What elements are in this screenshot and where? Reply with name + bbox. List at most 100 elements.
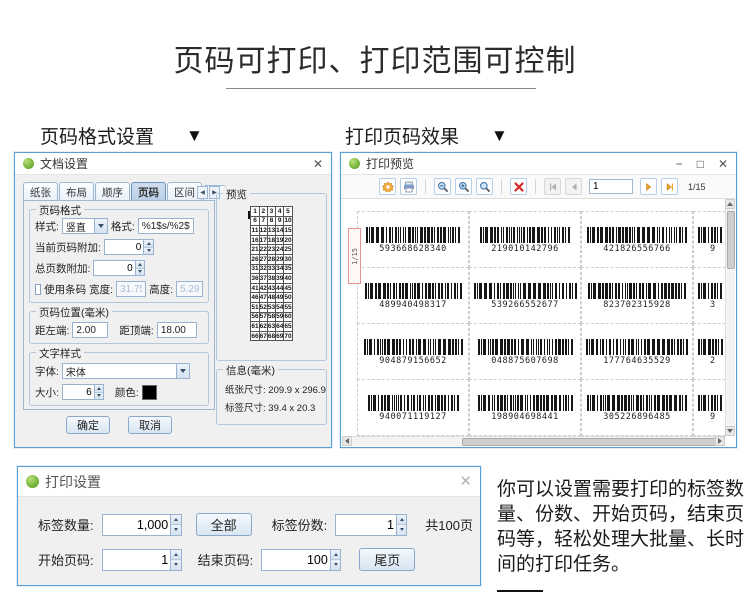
horizontal-scrollbar[interactable] — [342, 436, 725, 446]
tab-布局[interactable]: 布局 — [59, 182, 94, 201]
last-page-button[interactable] — [661, 178, 678, 195]
label-copies-stepper[interactable] — [335, 514, 407, 536]
spin-up-icon[interactable] — [397, 515, 406, 525]
zoom-in-button[interactable] — [455, 178, 472, 195]
document-settings-titlebar[interactable]: 文档设置 ✕ — [15, 153, 331, 175]
style-dropdown[interactable]: 竖直 — [62, 218, 108, 234]
end-page-stepper[interactable] — [261, 549, 341, 571]
start-page-input[interactable] — [103, 550, 171, 570]
barcode — [582, 227, 692, 243]
vertical-scrollbar[interactable] — [725, 199, 735, 436]
spin-down-icon[interactable] — [397, 524, 406, 535]
spin-down-icon[interactable] — [95, 392, 103, 400]
close-icon[interactable]: ✕ — [313, 158, 323, 170]
chevron-down-icon[interactable] — [94, 219, 107, 233]
spin-down-icon[interactable] — [331, 559, 340, 570]
tab-顺序[interactable]: 顺序 — [95, 182, 130, 201]
font-dropdown[interactable]: 宋体 — [62, 363, 190, 379]
from-top-input[interactable] — [157, 322, 197, 338]
size-stepper[interactable] — [62, 384, 104, 400]
preview-cell: 24 — [276, 245, 284, 255]
color-swatch[interactable] — [142, 385, 157, 400]
description-block: 你可以设置需要打印的标签数量、份数、开始页码，结束页码等，轻松处理大批量、长时间… — [497, 477, 749, 592]
from-left-input[interactable] — [72, 322, 108, 338]
page-indicator: 1/15 — [688, 182, 706, 192]
format-input[interactable] — [138, 218, 194, 234]
spin-up-icon[interactable] — [171, 515, 180, 525]
preview-cell: 23 — [267, 245, 275, 255]
scroll-left-icon[interactable] — [342, 436, 352, 446]
printer-icon — [403, 181, 415, 193]
next-page-icon — [643, 181, 655, 193]
preview-cell: 67 — [259, 331, 267, 341]
spin-down-icon[interactable] — [171, 559, 180, 570]
barcode-value: 219010142796 — [470, 244, 580, 254]
total-pages-append-label: 总页数附加: — [35, 261, 90, 276]
scroll-down-icon[interactable] — [725, 426, 735, 436]
ok-button[interactable]: 确定 — [66, 416, 110, 434]
next-page-button[interactable] — [640, 178, 657, 195]
zoom-out-button[interactable] — [434, 178, 451, 195]
preview-cell: 55 — [284, 302, 292, 312]
spin-up-icon[interactable] — [331, 550, 340, 560]
size-input[interactable] — [63, 385, 94, 399]
group-label: 文字样式 — [36, 346, 84, 361]
preview-cell: 35 — [284, 264, 292, 274]
close-icon[interactable]: ✕ — [459, 474, 472, 489]
tab-页码[interactable]: 页码 — [131, 182, 166, 201]
label-copies-input[interactable] — [336, 515, 396, 535]
print-button[interactable] — [400, 178, 417, 195]
current-page-append-stepper[interactable] — [104, 239, 154, 255]
spin-up-icon[interactable] — [171, 550, 180, 560]
cancel-button[interactable] — [510, 178, 527, 195]
barcode — [358, 283, 468, 299]
cancel-button[interactable]: 取消 — [128, 416, 172, 434]
total-pages-text: 共100页 — [425, 515, 473, 534]
print-settings-titlebar[interactable]: 打印设置 ✕ — [18, 467, 480, 497]
label-cell: 489940498317 — [357, 267, 469, 324]
start-page-stepper[interactable] — [102, 549, 182, 571]
title-underline — [226, 88, 536, 89]
use-barcode-checkbox[interactable] — [35, 284, 41, 295]
label-quantity-input[interactable] — [103, 515, 171, 535]
total-pages-append-stepper[interactable] — [93, 260, 145, 276]
preview-cell: 32 — [259, 264, 267, 274]
vertical-scroll-thumb[interactable] — [727, 211, 735, 269]
tab-scroll-left-icon[interactable]: ◀ — [197, 186, 208, 199]
use-barcode-label: 使用条码 — [44, 282, 86, 297]
group-label: 信息(毫米) — [223, 363, 278, 378]
zoom-fit-button[interactable] — [476, 178, 493, 195]
minimize-icon[interactable]: − — [676, 158, 683, 170]
preview-cell: 56 — [251, 312, 259, 322]
spin-down-icon[interactable] — [136, 268, 145, 276]
total-pages-append-input[interactable] — [94, 261, 134, 275]
last-page-button[interactable]: 尾页 — [359, 548, 415, 571]
print-preview-titlebar[interactable]: 打印预览 − □ ✕ — [341, 153, 736, 175]
current-page-append-input[interactable] — [105, 240, 143, 254]
preview-cell: 18 — [267, 235, 275, 245]
barcode-value: 048875607698 — [470, 356, 580, 366]
maximize-icon[interactable]: □ — [697, 158, 704, 170]
horizontal-scroll-thumb[interactable] — [462, 438, 720, 446]
tab-纸张[interactable]: 纸张 — [23, 182, 58, 201]
page-number-field[interactable] — [589, 179, 633, 194]
preview-cell: 58 — [267, 312, 275, 322]
close-icon[interactable]: ✕ — [718, 158, 728, 170]
spin-down-icon[interactable] — [171, 524, 180, 535]
zoom-in-icon — [458, 181, 470, 193]
preview-cell: 20 — [284, 235, 292, 245]
preview-cell: 45 — [284, 283, 292, 293]
preview-cell: 3 — [267, 207, 275, 217]
scroll-up-icon[interactable] — [725, 199, 735, 209]
print-settings-button[interactable] — [379, 178, 396, 195]
spin-down-icon[interactable] — [144, 247, 153, 255]
end-page-input[interactable] — [262, 550, 330, 570]
preview-cell: 57 — [259, 312, 267, 322]
chevron-down-icon[interactable] — [176, 364, 189, 378]
group-preview: 预览 1234567891011121314151617181920212223… — [216, 193, 327, 361]
scroll-right-icon[interactable] — [715, 436, 725, 446]
preview-cell: 17 — [259, 235, 267, 245]
label-cell: 823702315928 — [581, 267, 693, 324]
label-quantity-stepper[interactable] — [102, 514, 182, 536]
all-button[interactable]: 全部 — [196, 513, 252, 536]
